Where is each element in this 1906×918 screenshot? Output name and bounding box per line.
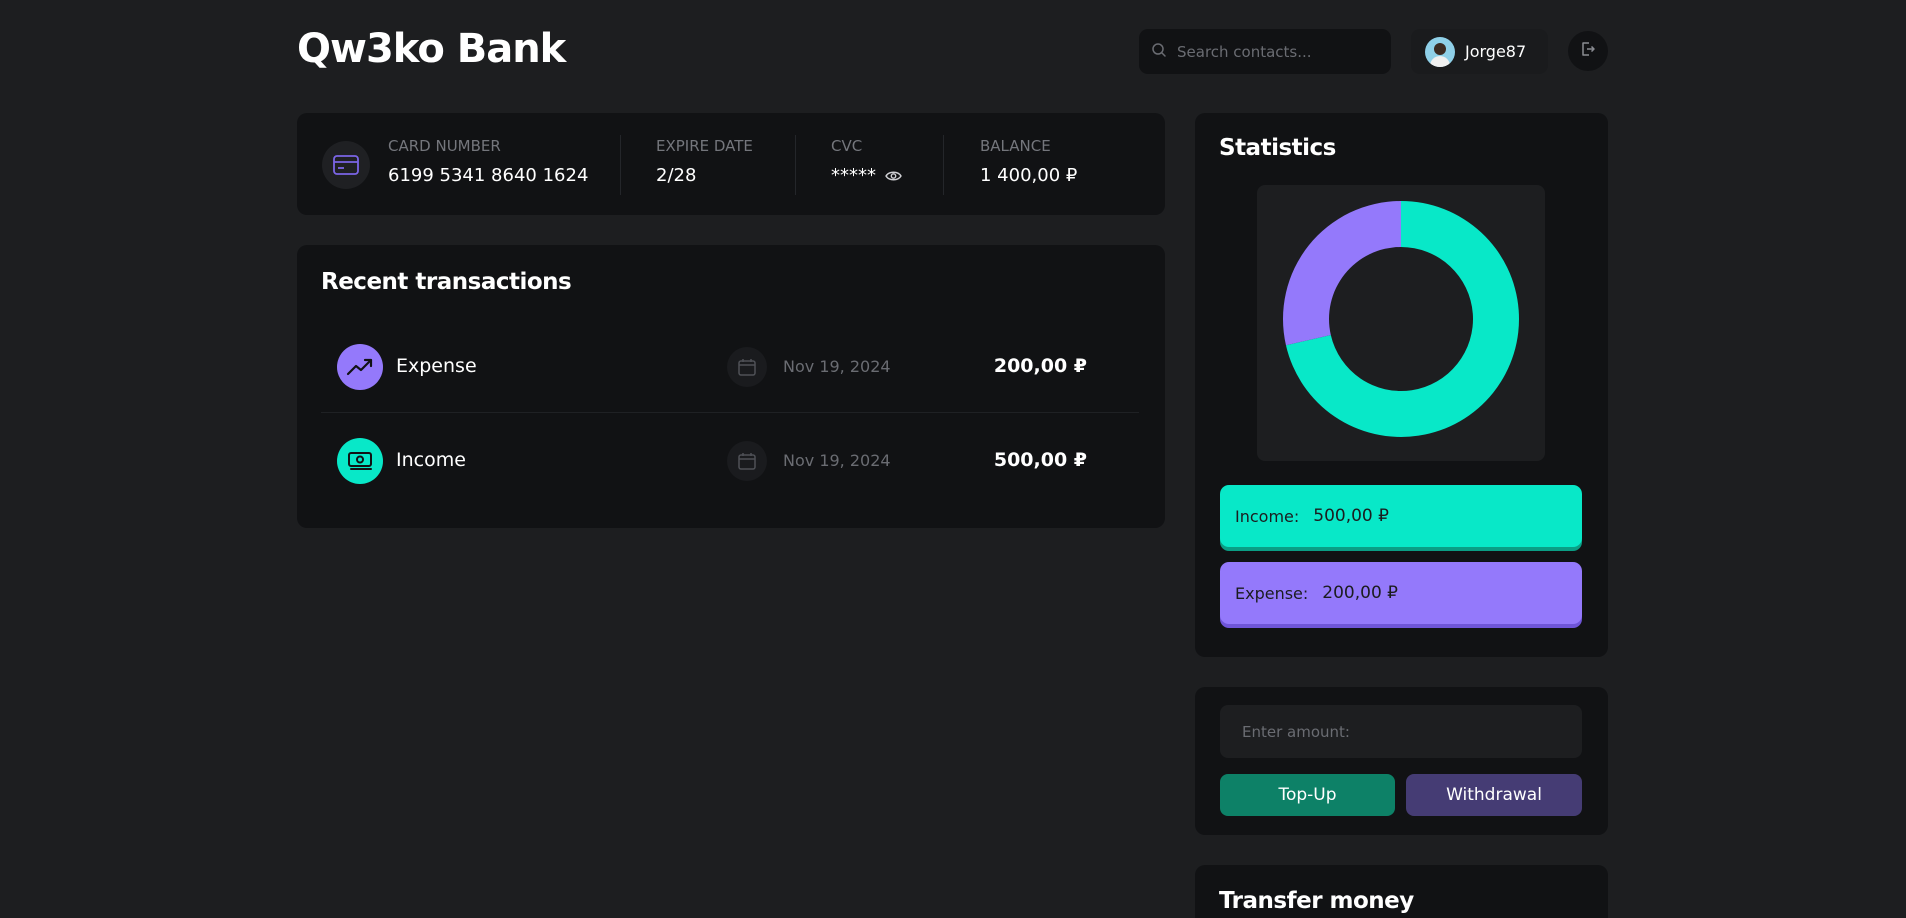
transaction-type: Expense	[396, 355, 477, 377]
income-value: 500,00 ₽	[1313, 506, 1389, 526]
balance-value: 1 400,00 ₽	[980, 165, 1078, 186]
search-icon	[1151, 42, 1167, 62]
cvc-label: CVC	[831, 137, 863, 155]
expire-date-label: EXPIRE DATE	[656, 137, 753, 155]
top-up-button[interactable]: Top-Up	[1220, 774, 1395, 816]
transaction-row[interactable]: Income Nov 19, 2024 500,00 ₽	[321, 415, 1139, 509]
expense-label: Expense:	[1235, 583, 1309, 603]
logout-button[interactable]	[1568, 31, 1608, 71]
cvc-value-row: *****	[831, 165, 902, 186]
withdrawal-button[interactable]: Withdrawal	[1406, 774, 1582, 816]
expire-date-field: EXPIRE DATE 2/28	[656, 137, 753, 186]
statistics-panel: Statistics Income: 500,00 ₽ Expense: 200…	[1195, 113, 1608, 657]
transaction-row[interactable]: Expense Nov 19, 2024 200,00 ₽	[321, 321, 1139, 415]
amount-input[interactable]	[1220, 705, 1582, 758]
logout-icon	[1579, 40, 1597, 62]
eye-icon[interactable]	[885, 170, 902, 182]
cash-icon	[337, 438, 383, 484]
donut-chart	[1283, 201, 1519, 437]
divider	[321, 412, 1139, 413]
card-number-field: CARD NUMBER 6199 5341 8640 1624	[388, 137, 588, 186]
search-input[interactable]	[1177, 42, 1377, 61]
divider	[795, 135, 796, 195]
calendar-icon	[727, 441, 767, 481]
recent-transactions-title: Recent transactions	[321, 269, 572, 295]
statistics-title: Statistics	[1219, 135, 1336, 161]
amount-panel: Top-Up Withdrawal	[1195, 687, 1608, 835]
income-label: Income:	[1235, 506, 1300, 526]
cvc-value: *****	[831, 165, 876, 186]
transaction-amount: 500,00 ₽	[993, 449, 1087, 471]
donut-slice-expense	[1283, 201, 1401, 346]
transfer-money-title: Transfer money	[1219, 888, 1414, 914]
card-number-label: CARD NUMBER	[388, 137, 501, 155]
expense-summary-button[interactable]: Expense: 200,00 ₽	[1220, 562, 1582, 624]
transaction-date: Nov 19, 2024	[783, 357, 891, 376]
expire-date-value: 2/28	[656, 165, 697, 186]
divider	[943, 135, 944, 195]
username: Jorge87	[1465, 42, 1527, 61]
credit-card-icon	[322, 141, 370, 189]
calendar-icon	[727, 347, 767, 387]
income-summary-button[interactable]: Income: 500,00 ₽	[1220, 485, 1582, 547]
balance-label: BALANCE	[980, 137, 1051, 155]
user-menu[interactable]: Jorge87	[1411, 29, 1548, 74]
transaction-type: Income	[396, 449, 466, 471]
cvc-field: CVC *****	[831, 137, 902, 186]
page: Qw3ko Bank Jorge87 CARD NUMBER 6199 5341…	[0, 0, 1906, 918]
avatar	[1425, 36, 1455, 67]
trending-up-icon	[337, 344, 383, 390]
expense-value: 200,00 ₽	[1322, 583, 1398, 603]
app-logo: Qw3ko Bank	[297, 26, 566, 72]
transfer-money-panel: Transfer money	[1195, 865, 1608, 918]
card-number-value: 6199 5341 8640 1624	[388, 165, 589, 186]
transaction-date: Nov 19, 2024	[783, 451, 891, 470]
search-box[interactable]	[1139, 29, 1391, 74]
donut-chart-container	[1257, 185, 1545, 461]
divider	[620, 135, 621, 195]
card-info-panel: CARD NUMBER 6199 5341 8640 1624 EXPIRE D…	[297, 113, 1165, 215]
balance-field: BALANCE 1 400,00 ₽	[980, 137, 1077, 186]
transaction-amount: 200,00 ₽	[993, 355, 1087, 377]
